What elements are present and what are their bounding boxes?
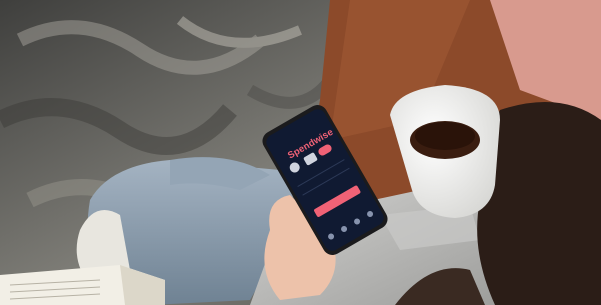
photo-frame: Spendwise: [0, 0, 601, 305]
